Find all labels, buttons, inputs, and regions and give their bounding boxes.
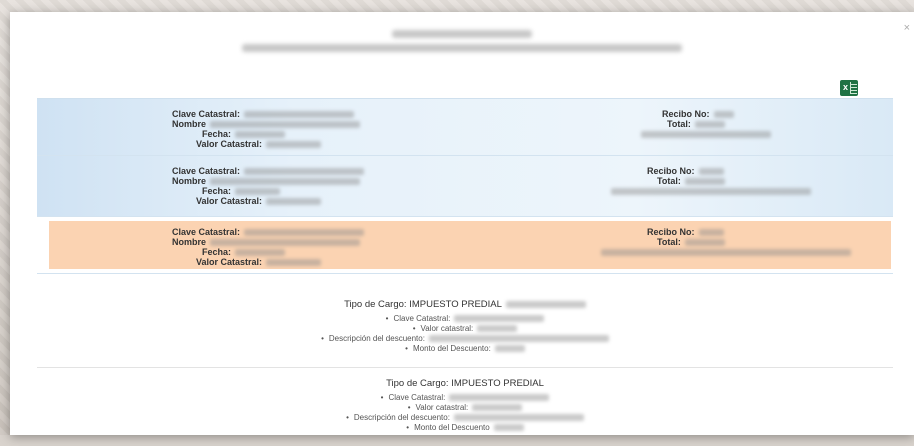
charge-monto: Monto del Descuento: [412,344,491,353]
charge-type: Tipo de Cargo: IMPUESTO PREDIAL [344,299,502,310]
charge-type: Tipo de Cargo: IMPUESTO PREDIAL [386,378,544,389]
redacted-subtitle [242,44,682,52]
redacted-title [392,30,532,38]
redacted-value [641,131,771,139]
redacted-value [244,229,365,237]
receipt-record[interactable]: Clave Catastral: Nombre Fecha: Valor Cat… [37,156,893,217]
charge-item: Tipo de Cargo: IMPUESTO PREDIAL Clave Ca… [37,289,893,368]
nombre-label: Nombre [172,176,207,186]
charge-item: Tipo de Cargo: IMPUESTO PREDIAL Clave Ca… [37,368,893,446]
redacted-value [454,315,545,323]
clave-label: Clave Catastral: [172,166,241,176]
redacted-value [453,414,584,422]
fecha-label: Fecha: [202,247,232,257]
fecha-label: Fecha: [202,129,232,139]
nombre-label: Nombre [172,237,207,247]
charge-clave: Clave Catastral: [388,393,446,402]
redacted-value [494,345,525,353]
charges-section: Tipo de Cargo: IMPUESTO PREDIAL Clave Ca… [37,289,893,446]
redacted-value [493,424,524,432]
charge-descripcion: Descripción del descuento: [353,413,450,422]
redacted-value [235,188,281,196]
redacted-value [235,131,286,139]
redacted-value [694,121,725,129]
redacted-value [601,249,851,257]
redacted-value [713,111,734,119]
excel-grid [850,82,857,94]
redacted-value [449,394,550,402]
redacted-value [698,168,724,176]
receipt-list: Clave Catastral: Nombre Fecha: Valor Cat… [37,98,893,436]
redacted-value [235,249,286,257]
redacted-value [210,121,361,129]
redacted-value [477,325,518,333]
recibo-label: Recibo No: [647,227,695,237]
charge-descripcion: Descripción del descuento: [328,334,425,343]
redacted-value [428,335,609,343]
recibo-label: Recibo No: [647,166,695,176]
charge-valor: Valor catastral: [420,324,474,333]
fecha-label: Fecha: [202,186,232,196]
receipt-record[interactable]: Clave Catastral: Nombre Fecha: Valor Cat… [37,99,893,156]
total-label: Total: [657,176,681,186]
redacted-value [266,198,322,206]
clave-label: Clave Catastral: [172,227,241,237]
receipt-modal: × x Clave Catastral: Nombre Fecha: Valor… [10,12,914,435]
charge-valor: Valor catastral: [415,403,469,412]
charge-monto: Monto del Descuento [414,423,490,432]
redacted-value [472,404,523,412]
charge-clave: Clave Catastral: [393,314,451,323]
redacted-value [611,188,811,196]
valor-label: Valor Catastral: [196,257,263,267]
valor-label: Valor Catastral: [196,139,263,149]
receipt-record-selected[interactable]: Clave Catastral: Nombre Fecha: Valor Cat… [37,217,893,274]
excel-export-icon[interactable]: x [840,80,858,96]
redacted-value [244,168,365,176]
modal-header [10,30,914,58]
redacted-value [266,259,322,267]
valor-label: Valor Catastral: [196,196,263,206]
redacted-value [684,178,725,186]
excel-glyph: x [843,82,849,92]
redacted-value [210,178,361,186]
clave-label: Clave Catastral: [172,109,241,119]
redacted-value [684,239,725,247]
nombre-label: Nombre [172,119,207,129]
redacted-value [210,239,361,247]
redacted-value [505,300,586,308]
redacted-value [698,229,724,237]
total-label: Total: [667,119,691,129]
redacted-value [244,111,355,119]
recibo-label: Recibo No: [662,109,710,119]
redacted-value [266,141,322,149]
total-label: Total: [657,237,681,247]
